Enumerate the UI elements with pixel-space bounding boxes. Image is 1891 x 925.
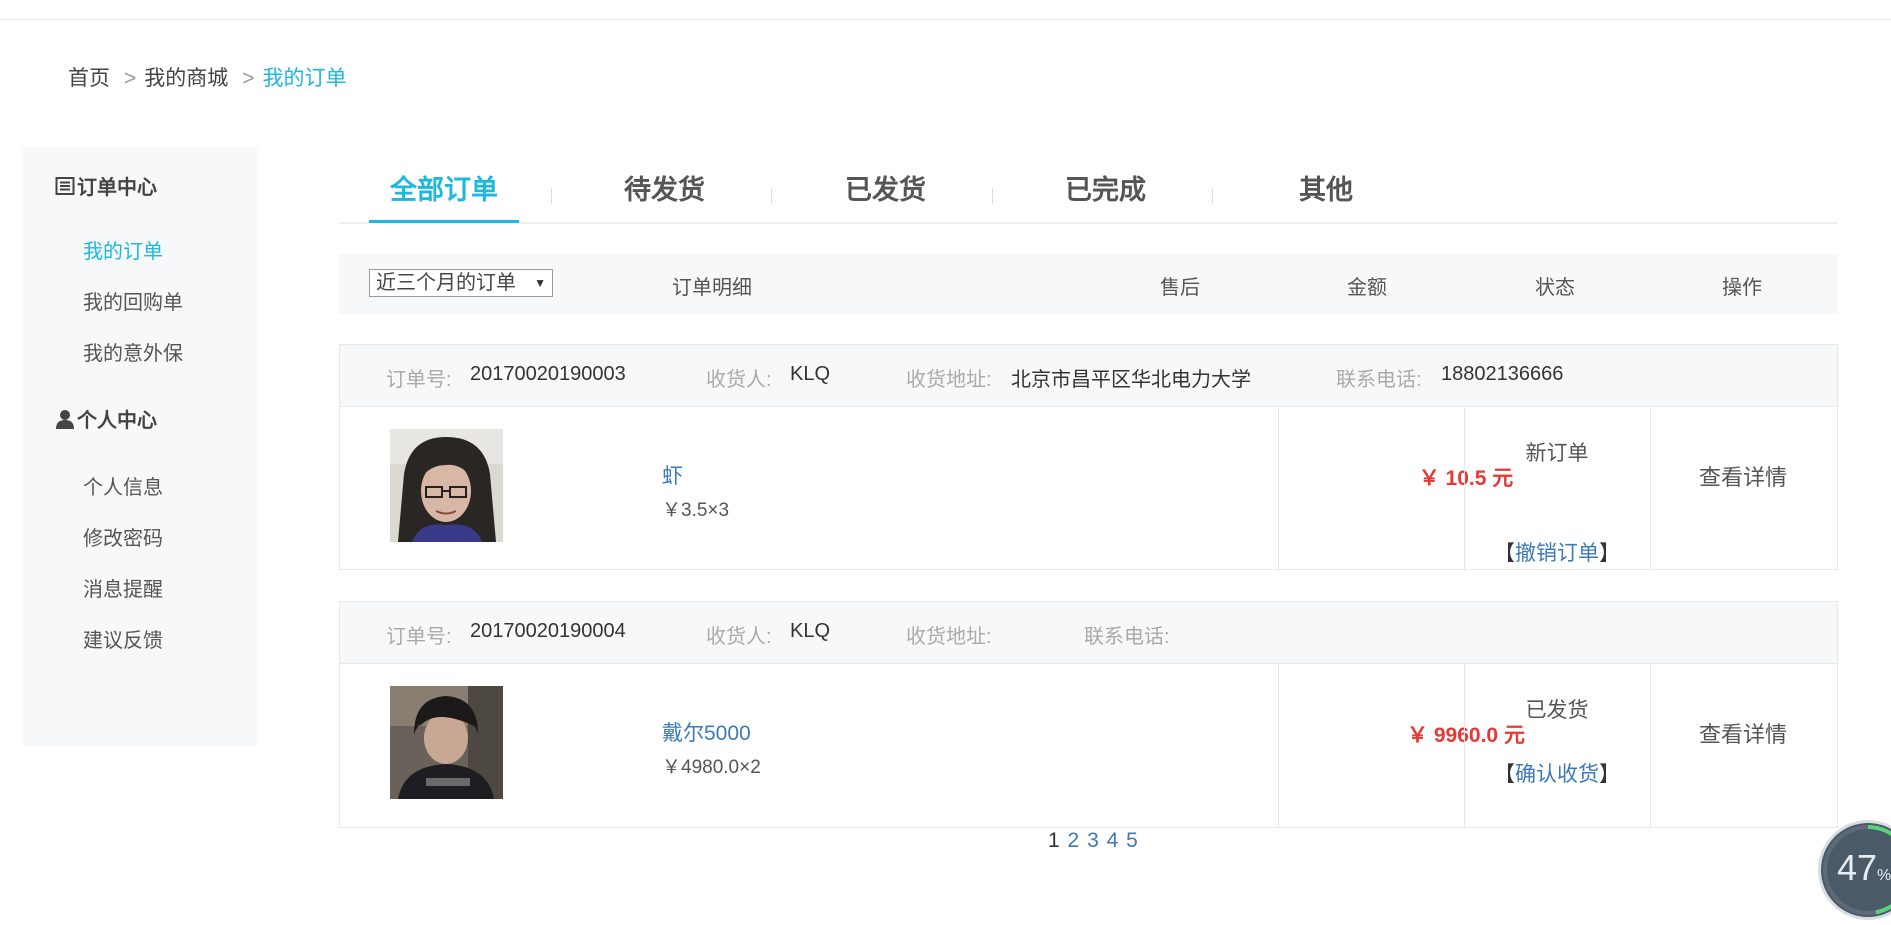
tab-other[interactable]: 其他: [1299, 168, 1353, 207]
column-header-order-details: 订单明细: [672, 277, 752, 299]
order-table-header: 近三个月的订单 ▼ 订单明细 售后 金额 状态 操作: [339, 254, 1838, 314]
page-link-2[interactable]: 2: [1068, 829, 1080, 852]
list-icon: [55, 176, 75, 195]
address-label: 收货地址:: [906, 369, 992, 391]
tab-divider: [551, 188, 552, 204]
speed-unit: %: [1877, 867, 1891, 884]
sidebar-section-personal-center: 个人中心: [55, 404, 157, 433]
tab-pending-shipment[interactable]: 待发货: [624, 168, 705, 207]
order-status: 新订单: [1525, 442, 1589, 465]
sidebar-item-feedback[interactable]: 建议反馈: [83, 624, 163, 653]
product-name-link[interactable]: 戴尔5000: [662, 717, 751, 747]
tab-divider: [992, 188, 993, 204]
tab-divider: [771, 188, 772, 204]
sidebar-item-personal-info[interactable]: 个人信息: [83, 471, 163, 500]
order-no-value: 20170020190003: [470, 363, 626, 385]
sidebar-section-title: 订单中心: [77, 177, 157, 199]
breadcrumb-separator: >: [242, 67, 255, 90]
receiver-value: KLQ: [790, 620, 831, 642]
product-unit-price: ￥4980.0×2: [662, 757, 761, 778]
sidebar-section-order-center: 订单中心: [55, 171, 157, 200]
receiver-value: KLQ: [790, 363, 831, 385]
cancel-order-action: 【撤销订单】: [1494, 542, 1620, 565]
order-card-header: 订单号: 20170020190003 收货人: KLQ 收货地址: 北京市昌平…: [340, 345, 1837, 407]
order-period-select[interactable]: 近三个月的订单 ▼: [369, 269, 553, 297]
speed-value: 47: [1837, 847, 1878, 888]
page-link-3[interactable]: 3: [1087, 829, 1099, 852]
column-header-status: 状态: [1535, 277, 1575, 299]
speed-widget[interactable]: 47%: [1818, 820, 1891, 920]
phone-label: 联系电话:: [1084, 626, 1170, 648]
confirm-receipt-link[interactable]: 确认收货: [1515, 763, 1599, 786]
order-card: 订单号: 20170020190004 收货人: KLQ 收货地址: 联系电话:…: [339, 601, 1838, 828]
order-card-header: 订单号: 20170020190004 收货人: KLQ 收货地址: 联系电话:: [340, 602, 1837, 664]
page-link-4[interactable]: 4: [1107, 829, 1119, 852]
order-card: 订单号: 20170020190003 收货人: KLQ 收货地址: 北京市昌平…: [339, 344, 1838, 571]
sidebar-item-repurchase[interactable]: 我的回购单: [83, 286, 183, 315]
order-status: 已发货: [1525, 699, 1589, 722]
order-card-body: 戴尔5000 ￥4980.0×2 ￥ 9960.0 元 已发货 【确认收货】 查…: [340, 664, 1837, 828]
breadcrumb: 首页 > 我的商城 > 我的订单: [68, 62, 347, 92]
column-header-amount: 金额: [1347, 277, 1387, 299]
breadcrumb-my-mall[interactable]: 我的商城: [144, 67, 228, 90]
receiver-label: 收货人:: [706, 626, 772, 648]
order-card-body: 虾 ￥3.5×3 ￥ 10.5 元 新订单 【撤销订单】 查看详情: [340, 407, 1837, 571]
product-thumbnail[interactable]: [390, 429, 503, 542]
address-value: 北京市昌平区华北电力大学: [1011, 369, 1251, 391]
order-tabs: 全部订单 待发货 已发货 已完成 其他: [339, 160, 1838, 224]
column-divider: [1278, 664, 1279, 828]
view-details-link[interactable]: 查看详情: [1650, 460, 1836, 492]
tab-completed[interactable]: 已完成: [1065, 168, 1146, 207]
breadcrumb-my-orders: 我的订单: [262, 67, 347, 90]
breadcrumb-home[interactable]: 首页: [68, 67, 110, 90]
phone-label: 联系电话:: [1336, 369, 1422, 391]
product-name-link[interactable]: 虾: [662, 460, 683, 490]
breadcrumb-separator: >: [124, 67, 137, 90]
active-tab-indicator: [369, 220, 519, 223]
phone-value: 18802136666: [1441, 363, 1564, 385]
tab-shipped[interactable]: 已发货: [845, 168, 926, 207]
sidebar-section-title: 个人中心: [77, 410, 157, 432]
confirm-receipt-action: 【确认收货】: [1494, 763, 1620, 786]
product-thumbnail[interactable]: [390, 686, 503, 799]
top-divider: [0, 19, 1891, 20]
cancel-order-link[interactable]: 撤销订单: [1515, 542, 1599, 565]
order-no-label: 订单号:: [386, 369, 452, 391]
column-divider: [1278, 407, 1279, 571]
column-divider: [1464, 664, 1465, 828]
view-details-link[interactable]: 查看详情: [1650, 717, 1836, 749]
product-unit-price: ￥3.5×3: [662, 500, 730, 521]
tab-all-orders[interactable]: 全部订单: [390, 168, 498, 207]
sidebar: 订单中心 我的订单 我的回购单 我的意外保 个人中心 个人信息 修改密码 消息提…: [23, 147, 257, 746]
dropdown-arrow-icon: ▼: [534, 276, 546, 290]
sidebar-item-accident-insurance[interactable]: 我的意外保: [83, 337, 183, 366]
receiver-label: 收货人:: [706, 369, 772, 391]
order-period-select-value: 近三个月的订单: [376, 272, 516, 294]
page-link-5[interactable]: 5: [1126, 829, 1138, 852]
sidebar-item-my-orders[interactable]: 我的订单: [83, 235, 163, 264]
speed-percentage: 47%: [1837, 847, 1891, 889]
pagination: 1 2 3 4 5: [1048, 829, 1140, 853]
user-icon: [56, 409, 74, 429]
column-header-action: 操作: [1722, 277, 1762, 299]
order-no-value: 20170020190004: [470, 620, 626, 642]
tab-divider: [1212, 188, 1213, 204]
column-header-after-sales: 售后: [1160, 277, 1200, 299]
sidebar-item-change-password[interactable]: 修改密码: [83, 522, 163, 551]
page-link-1[interactable]: 1: [1048, 829, 1060, 852]
order-no-label: 订单号:: [386, 626, 452, 648]
sidebar-item-notifications[interactable]: 消息提醒: [83, 573, 163, 602]
address-label: 收货地址:: [906, 626, 992, 648]
